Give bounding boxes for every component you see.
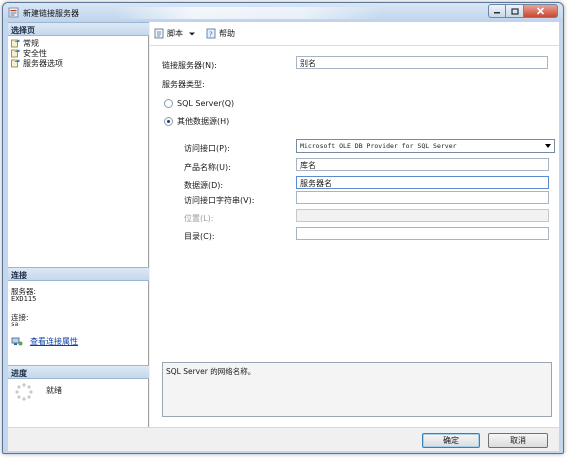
minimize-button[interactable]	[488, 4, 506, 18]
product-name-input[interactable]: 库名	[296, 158, 549, 171]
sql-server-radio-label: SQL Server(Q)	[177, 99, 235, 108]
view-connection-properties-link[interactable]: 查看连接属性	[30, 336, 78, 347]
connection-properties-icon	[11, 337, 23, 345]
ok-button[interactable]: 确定	[422, 433, 480, 448]
product-name-label: 产品名称(U):	[184, 163, 231, 172]
server-type-label: 服务器类型:	[162, 80, 205, 89]
progress-status: 就绪	[46, 386, 62, 395]
other-data-source-radio[interactable]: 其他数据源(H)	[164, 116, 229, 127]
left-pane: 选择页 常规 安全性 服务器选项 连接 服务器: EXD115 连接: sa 查…	[8, 22, 149, 427]
radio-dot-selected	[164, 117, 173, 126]
chevron-down-icon[interactable]	[188, 31, 196, 37]
cancel-button[interactable]: 取消	[488, 433, 548, 448]
provider-label: 访问接口(P):	[184, 144, 230, 153]
maximize-icon	[510, 7, 519, 15]
dialog-window: 新建链接服务器 选择页 常规 安全性 服务器选项 连接 服务器: EXD115 …	[2, 2, 564, 454]
svg-text:?: ?	[209, 31, 213, 39]
page-icon	[11, 39, 20, 47]
description-box: SQL Server 的网络名称。	[162, 362, 552, 417]
provider-string-label: 访问接口字符串(V):	[184, 196, 255, 205]
page-item-general[interactable]: 常规	[11, 38, 39, 48]
help-icon: ?	[206, 28, 216, 39]
provider-string-input[interactable]	[296, 191, 549, 204]
server-value: EXD115	[11, 295, 37, 303]
page-icon	[11, 59, 20, 67]
provider-select[interactable]: Microsoft OLE DB Provider for SQL Server	[296, 139, 555, 153]
data-source-input[interactable]: 服务器名	[296, 176, 549, 189]
progress-spinner-icon	[15, 383, 33, 401]
toolbar: 脚本 ? 帮助	[150, 22, 559, 46]
maximize-button[interactable]	[506, 4, 524, 18]
location-label: 位置(L):	[184, 214, 214, 223]
app-icon	[8, 7, 19, 18]
script-icon	[154, 28, 164, 39]
catalog-label: 目录(C):	[184, 232, 215, 241]
location-input	[296, 209, 549, 222]
right-pane: 脚本 ? 帮助 链接服务器(N): 别名 服务器类型: SQL Server(Q…	[150, 22, 559, 427]
page-item-security[interactable]: 安全性	[11, 48, 47, 58]
dialog-footer: 确定 取消	[8, 427, 559, 451]
linked-server-label: 链接服务器(N):	[162, 61, 217, 70]
provider-select-value: Microsoft OLE DB Provider for SQL Server	[300, 142, 457, 150]
data-source-label: 数据源(D):	[184, 181, 224, 190]
page-icon	[11, 49, 20, 57]
title-blur-region	[113, 7, 383, 19]
chevron-down-icon	[545, 144, 551, 148]
close-button[interactable]	[524, 4, 558, 18]
other-data-source-radio-label: 其他数据源(H)	[177, 117, 230, 126]
connection-header: 连接	[8, 267, 149, 281]
progress-header: 进度	[8, 365, 149, 379]
window-title: 新建链接服务器	[23, 9, 79, 18]
linked-server-input[interactable]: 别名	[296, 56, 548, 69]
title-bar[interactable]: 新建链接服务器	[3, 3, 563, 22]
catalog-input[interactable]	[296, 227, 549, 240]
connection-value: sa	[11, 321, 19, 328]
dialog-client-area: 选择页 常规 安全性 服务器选项 连接 服务器: EXD115 连接: sa 查…	[8, 22, 559, 451]
page-item-server-options[interactable]: 服务器选项	[11, 58, 63, 68]
page-item-label: 服务器选项	[23, 58, 63, 68]
close-icon	[536, 7, 545, 15]
script-button[interactable]: 脚本	[154, 28, 198, 39]
script-label: 脚本	[167, 29, 183, 38]
help-label: 帮助	[219, 29, 235, 38]
radio-dot	[164, 99, 173, 108]
sql-server-radio[interactable]: SQL Server(Q)	[164, 99, 234, 108]
minimize-icon	[494, 12, 500, 14]
select-page-header: 选择页	[8, 22, 149, 36]
view-connection-properties[interactable]: 查看连接属性	[11, 336, 78, 347]
help-button[interactable]: ? 帮助	[206, 28, 235, 39]
